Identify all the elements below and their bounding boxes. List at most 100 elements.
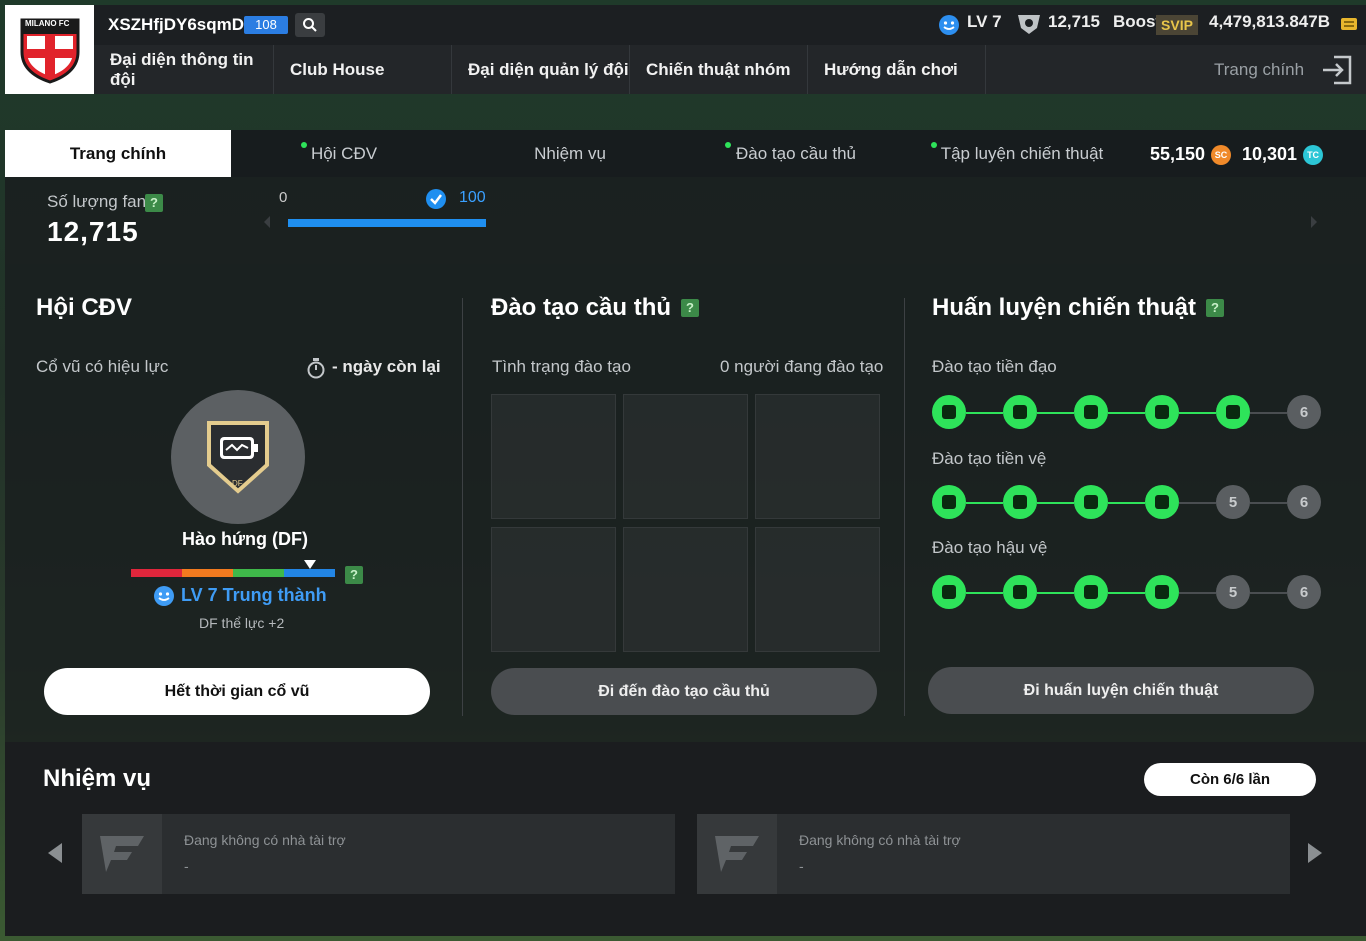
club-logo[interactable]: MILANO FC xyxy=(5,5,94,94)
skill-node-unlocked[interactable] xyxy=(1074,395,1108,429)
skill-node-unlocked[interactable] xyxy=(1145,485,1179,519)
skill-node-unlocked[interactable] xyxy=(932,395,966,429)
nav-team-manager[interactable]: Đại diện quản lý đội xyxy=(452,45,630,94)
mission-card[interactable]: Đang không có nhà tài trợ - xyxy=(697,814,1290,894)
skill-glyph-icon xyxy=(942,495,956,509)
skill-node-locked[interactable]: 5 xyxy=(1216,485,1250,519)
cheer-badge[interactable]: DF xyxy=(171,390,305,524)
tab-home[interactable]: Trang chính xyxy=(5,130,231,177)
skill-glyph-icon xyxy=(1013,495,1027,509)
missions-remaining-button[interactable]: Còn 6/6 lần xyxy=(1144,763,1316,796)
notification-dot xyxy=(725,142,731,148)
skill-node-locked[interactable]: 6 xyxy=(1287,485,1321,519)
cheer-remaining: - ngày còn lại xyxy=(332,357,441,376)
training-slot[interactable] xyxy=(491,394,616,519)
notification-dot xyxy=(301,142,307,148)
missions-prev-arrow[interactable] xyxy=(48,843,62,863)
loyalty-level: LV 7 Trung thành xyxy=(181,585,327,605)
skill-tree-connector xyxy=(966,592,1003,594)
skill-node-unlocked[interactable] xyxy=(1216,395,1250,429)
fan-strip xyxy=(5,177,1366,264)
tab-missions[interactable]: Nhiệm vụ xyxy=(457,130,683,177)
loyalty-smiley-icon xyxy=(154,586,174,606)
nav-club-house[interactable]: Club House xyxy=(274,45,452,94)
mood-segment-green xyxy=(233,569,284,577)
fc-logo-icon xyxy=(715,836,759,872)
skill-tree-midfield: 56 xyxy=(932,485,1322,521)
mission-card-subtitle: - xyxy=(184,858,189,874)
progress-max-label: 100 xyxy=(459,189,486,206)
tab-fan-club[interactable]: Hội CĐV xyxy=(231,130,457,177)
go-tactics-button[interactable]: Đi huấn luyện chiến thuật xyxy=(928,667,1314,714)
skill-node-unlocked[interactable] xyxy=(932,485,966,519)
missions-next-arrow[interactable] xyxy=(1308,843,1322,863)
progress-min-label: 0 xyxy=(279,189,288,206)
progress-next-icon[interactable] xyxy=(1309,215,1319,229)
skill-node-locked[interactable]: 6 xyxy=(1287,575,1321,609)
tactics-title: Huấn luyện chiến thuật ? xyxy=(932,294,1225,322)
training-slot[interactable] xyxy=(755,527,880,652)
cheer-expired-button[interactable]: Hết thời gian cổ vũ xyxy=(44,668,430,715)
boost-label[interactable]: Boost xyxy=(1113,12,1161,32)
skill-tree-connector xyxy=(1179,592,1216,594)
skill-glyph-icon xyxy=(1155,585,1169,599)
badge-label: DF xyxy=(232,479,243,488)
skill-glyph-icon xyxy=(1084,495,1098,509)
tactics-help[interactable]: ? xyxy=(1206,299,1225,317)
sponsor-logo xyxy=(82,814,162,894)
skill-node-level: 6 xyxy=(1299,493,1309,511)
fan-count-help[interactable]: ? xyxy=(145,194,163,212)
tc-coin-icon: TC xyxy=(1303,144,1324,165)
skill-node-unlocked[interactable] xyxy=(1003,575,1037,609)
skill-node-unlocked[interactable] xyxy=(1074,575,1108,609)
training-slot[interactable] xyxy=(623,527,748,652)
skill-node-unlocked[interactable] xyxy=(1003,395,1037,429)
nav-team-tactics[interactable]: Chiến thuật nhóm xyxy=(630,45,808,94)
skill-node-locked[interactable]: 5 xyxy=(1216,575,1250,609)
mission-card[interactable]: Đang không có nhà tài trợ - xyxy=(82,814,675,894)
skill-node-unlocked[interactable] xyxy=(1145,575,1179,609)
nav-team-info[interactable]: Đại diện thông tin đội xyxy=(94,45,274,94)
skill-tree-connector xyxy=(1250,502,1287,504)
training-slot[interactable] xyxy=(623,394,748,519)
skill-tree-connector xyxy=(1037,412,1074,414)
club-name[interactable]: XSZHfjDY6sqmDd xyxy=(108,15,254,35)
skill-tree-connector xyxy=(1108,592,1145,594)
nav-guide[interactable]: Hướng dẫn chơi xyxy=(808,45,986,94)
skill-tree-connector xyxy=(1179,412,1216,414)
training-slot[interactable] xyxy=(491,527,616,652)
skill-node-unlocked[interactable] xyxy=(932,575,966,609)
search-button[interactable] xyxy=(295,13,325,37)
level-smiley-icon xyxy=(939,15,959,35)
tree-label-forward: Đào tạo tiền đạo xyxy=(932,357,1057,376)
skill-tree-connector xyxy=(1037,592,1074,594)
mood-marker-icon xyxy=(304,560,316,569)
skill-tree-connector xyxy=(1250,592,1287,594)
fan-count-value: 12,715 xyxy=(47,216,139,247)
column-divider xyxy=(904,298,905,716)
fan-count-label: Số lượng fan xyxy=(47,192,147,211)
skill-glyph-icon xyxy=(1013,585,1027,599)
skill-node-unlocked[interactable] xyxy=(1145,395,1179,429)
mood-segment-orange xyxy=(182,569,233,577)
mood-segment-blue xyxy=(284,569,335,577)
progress-prev-icon[interactable] xyxy=(262,215,272,229)
mood-help[interactable]: ? xyxy=(345,566,363,584)
timer-icon xyxy=(307,358,325,379)
skill-glyph-icon xyxy=(1084,585,1098,599)
training-help[interactable]: ? xyxy=(681,299,700,317)
exit-icon[interactable] xyxy=(1320,53,1354,87)
skill-node-unlocked[interactable] xyxy=(1074,485,1108,519)
go-training-button[interactable]: Đi đến đào tạo cầu thủ xyxy=(491,668,877,715)
tab-player-training[interactable]: Đào tạo cầu thủ xyxy=(683,130,909,177)
skill-node-level: 6 xyxy=(1299,403,1309,421)
search-icon xyxy=(303,18,317,32)
nav-home-label[interactable]: Trang chính xyxy=(1198,45,1304,94)
skill-node-unlocked[interactable] xyxy=(1003,485,1037,519)
training-slot[interactable] xyxy=(755,394,880,519)
tab-tactic-training[interactable]: Tập luyện chiến thuật xyxy=(909,130,1135,177)
bp-coin-icon xyxy=(1341,18,1357,30)
skill-node-locked[interactable]: 6 xyxy=(1287,395,1321,429)
mission-card-subtitle: - xyxy=(799,858,804,874)
skill-glyph-icon xyxy=(1155,495,1169,509)
